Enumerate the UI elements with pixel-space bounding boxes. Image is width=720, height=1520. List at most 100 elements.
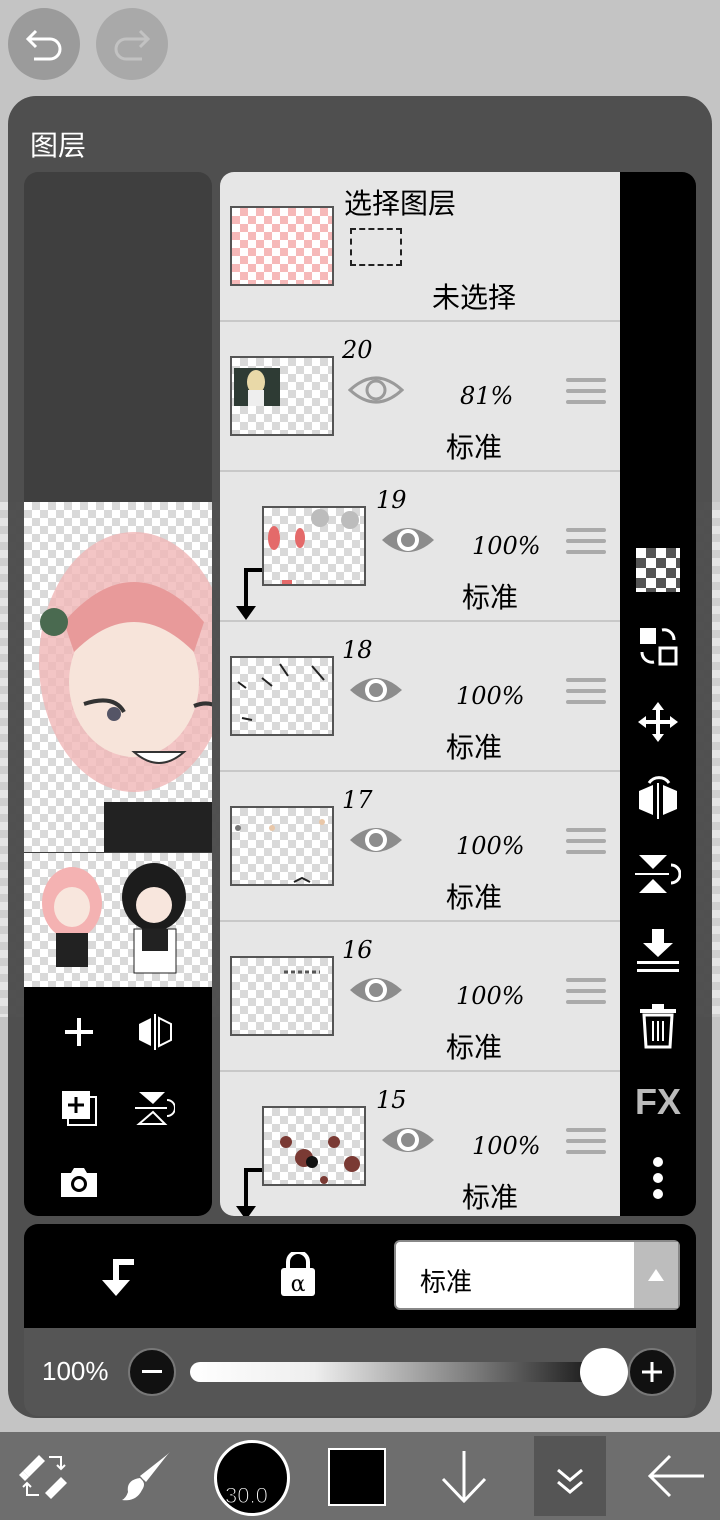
opacity-increase-button[interactable]: [628, 1348, 676, 1396]
layer-thumbnail: [230, 356, 334, 436]
layer-opacity: 81%: [460, 382, 514, 410]
layer-opacity: 100%: [456, 682, 525, 710]
blend-mode-select[interactable]: 标准: [394, 1240, 680, 1310]
checkerboard-icon: [636, 548, 680, 592]
flip-vertical-button[interactable]: [632, 848, 684, 900]
selection-layer-title: 选择图层: [344, 187, 457, 220]
layer-blend-mode: 标准: [446, 431, 503, 464]
visibility-eye-icon[interactable]: [348, 820, 404, 860]
flip-vertical-button[interactable]: [130, 1083, 180, 1133]
transparency-button[interactable]: [632, 544, 684, 596]
layer-thumbnail: [230, 656, 334, 736]
more-vertical-icon: [653, 1157, 663, 1199]
character-artwork: [39, 532, 212, 852]
alpha-lock-button[interactable]: α: [278, 1250, 318, 1302]
add-layer-button[interactable]: [54, 1007, 104, 1057]
move-button[interactable]: [632, 696, 684, 748]
flip-horizontal-button[interactable]: [632, 772, 684, 824]
layer-row[interactable]: 19 100% 标准: [220, 472, 620, 622]
thumbnail-artwork: [42, 863, 186, 974]
layer-swap-button[interactable]: [632, 620, 684, 672]
alpha-lock-icon: α: [281, 1250, 315, 1297]
camera-button[interactable]: [54, 1157, 104, 1207]
swap-layer-icon: [640, 628, 678, 666]
arrow-down-icon: [441, 1451, 487, 1503]
visibility-eye-icon[interactable]: [380, 1120, 436, 1160]
visibility-eye-icon[interactable]: [348, 370, 404, 410]
blend-mode-value: 标准: [420, 1268, 473, 1298]
panel-title: 图层: [30, 129, 87, 162]
layer-number: 17: [342, 786, 373, 814]
drag-handle-icon[interactable]: [566, 528, 606, 562]
layer-number: 20: [342, 336, 373, 364]
layer-number: 19: [376, 486, 407, 514]
more-options-button[interactable]: [632, 1152, 684, 1204]
layer-row[interactable]: 17 100% 标准: [220, 772, 620, 922]
flip-vertical-icon: [635, 855, 681, 893]
blend-mode-bar: α 标准: [24, 1224, 696, 1328]
merge-down-button[interactable]: [632, 924, 684, 976]
layer-number: 15: [376, 1086, 407, 1114]
opacity-slider-knob[interactable]: [580, 1348, 628, 1396]
back-button[interactable]: [640, 1432, 712, 1520]
layer-thumbnail: [230, 806, 334, 886]
svg-text:α: α: [291, 1272, 306, 1297]
selection-layer-row[interactable]: 选择图层 未选择: [220, 172, 620, 322]
layer-row[interactable]: 15 100% 标准: [220, 1072, 620, 1216]
redo-icon: [114, 29, 151, 61]
brush-size-button[interactable]: 30.0: [214, 1440, 290, 1516]
visibility-eye-icon[interactable]: [348, 970, 404, 1010]
color-swatch[interactable]: [328, 1448, 386, 1506]
clipping-button[interactable]: [94, 1254, 138, 1302]
selection-layer-thumbnail: [230, 206, 334, 286]
merge-down-icon: [637, 929, 679, 972]
clipping-arrow-icon: [236, 1168, 262, 1216]
layer-thumbnail: [262, 506, 366, 586]
layer-row[interactable]: 16 100% 标准: [220, 922, 620, 1072]
fx-button[interactable]: FX: [632, 1076, 684, 1128]
layer-list[interactable]: 选择图层 未选择 20 81% 标准 19 100% 标准 18 100% 标准…: [220, 172, 620, 1216]
redo-button[interactable]: [96, 8, 168, 80]
visibility-eye-icon[interactable]: [348, 670, 404, 710]
opacity-slider[interactable]: [190, 1362, 604, 1382]
brush-tool-button[interactable]: [112, 1432, 180, 1520]
tool-switch-icon: [19, 1455, 67, 1499]
flip-horizontal-icon: [639, 776, 677, 819]
layer-thumbnail: [230, 956, 334, 1036]
visibility-eye-icon[interactable]: [380, 520, 436, 560]
layer-tool-grid: [24, 987, 212, 1216]
layer-row[interactable]: 18 100% 标准: [220, 622, 620, 772]
chevron-double-down-icon: [557, 1468, 583, 1494]
clipping-arrow-icon: [236, 568, 262, 620]
drag-handle-icon[interactable]: [566, 1128, 606, 1162]
delete-layer-button[interactable]: [632, 1000, 684, 1052]
collapse-panel-button[interactable]: [534, 1436, 606, 1516]
layer-number: 16: [342, 936, 373, 964]
flip-horizontal-button[interactable]: [130, 1007, 180, 1057]
flip-vertical-icon: [135, 1092, 175, 1125]
layer-blend-mode: 标准: [462, 1181, 519, 1214]
layer-blend-mode: 标准: [446, 881, 503, 914]
tool-switch-button[interactable]: [10, 1432, 78, 1520]
bottom-toolbar: 30.0: [0, 1432, 720, 1520]
layer-row[interactable]: 20 81% 标准: [220, 322, 620, 472]
duplicate-layer-button[interactable]: [54, 1083, 104, 1133]
opacity-decrease-button[interactable]: [128, 1348, 176, 1396]
layer-actions-toolbar: FX: [620, 172, 696, 1216]
scroll-down-button[interactable]: [430, 1432, 498, 1520]
canvas-preview: [24, 502, 212, 852]
plus-icon: [642, 1362, 662, 1382]
canvas-thumbnail[interactable]: [24, 853, 212, 987]
clipping-icon: [102, 1259, 134, 1296]
undo-button[interactable]: [8, 8, 80, 80]
brush-size-value: 30.0: [225, 1483, 269, 1509]
drag-handle-icon[interactable]: [566, 828, 606, 862]
selection-marquee-icon: [350, 228, 402, 266]
drag-handle-icon[interactable]: [566, 378, 606, 412]
drag-handle-icon[interactable]: [566, 678, 606, 712]
camera-icon: [61, 1168, 97, 1197]
brush-icon: [122, 1452, 170, 1501]
drag-handle-icon[interactable]: [566, 978, 606, 1012]
opacity-bar: 100%: [24, 1328, 696, 1416]
opacity-label: 100%: [42, 1356, 109, 1386]
